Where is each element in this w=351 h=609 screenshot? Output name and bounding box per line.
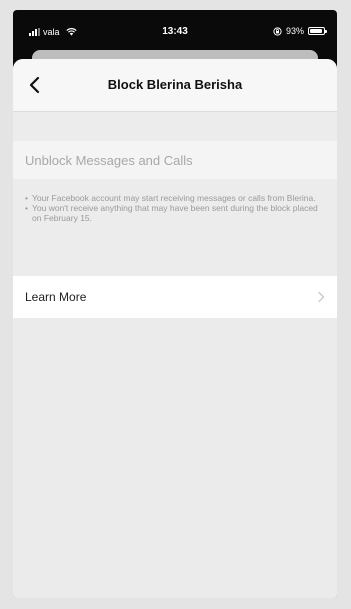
unblock-notes: Your Facebook account may start receivin… [25,193,327,223]
navigation-bar: Block Blerina Berisha [13,59,337,112]
battery-icon [308,27,327,35]
chevron-right-icon [318,291,325,303]
orientation-lock-icon [273,26,282,36]
learn-more-row[interactable]: Learn More [13,276,337,318]
note-item: You won't receive anything that may have… [25,203,327,223]
block-settings-sheet: Block Blerina Berisha Unblock Messages a… [13,59,337,598]
phone-screen: vala 13:43 93% Block Blerina Berisha Unb… [13,10,337,598]
unblock-messages-and-calls-row: Unblock Messages and Calls [13,141,337,179]
status-bar: vala 13:43 93% [13,10,337,50]
chevron-left-icon[interactable] [23,73,47,97]
empty-area [13,318,337,598]
page-title: Block Blerina Berisha [107,77,243,92]
battery-percent: 93% [285,26,304,36]
learn-more-label: Learn More [25,290,87,304]
note-item: Your Facebook account may start receivin… [25,193,327,203]
unblock-label: Unblock Messages and Calls [25,153,193,168]
status-right: 93% [273,26,327,36]
